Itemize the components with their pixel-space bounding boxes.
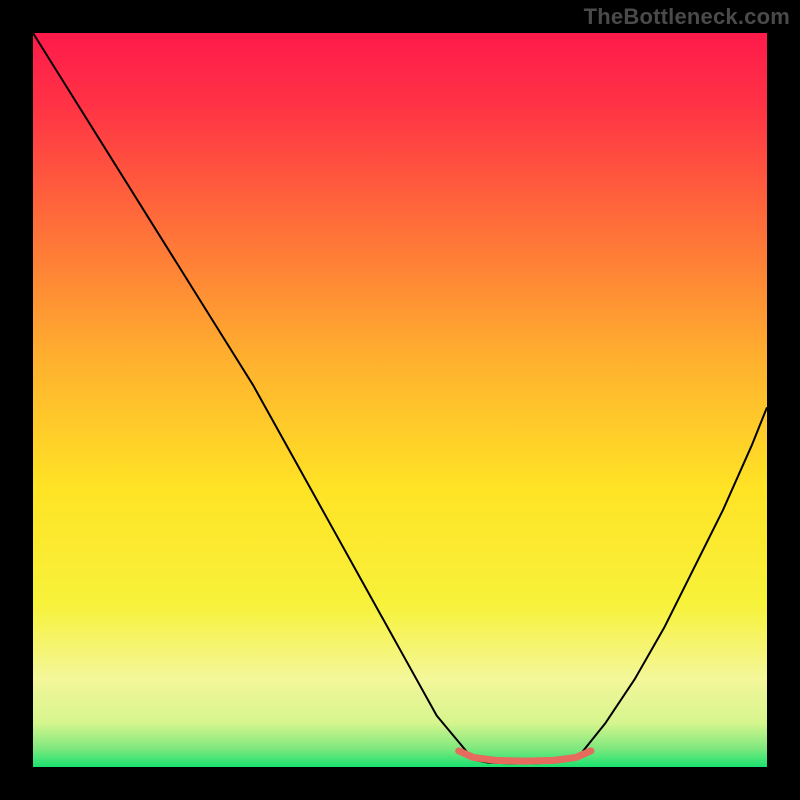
series-bottleneck-curve-right bbox=[576, 407, 767, 759]
series-optimal-marker bbox=[459, 751, 591, 761]
series-bottleneck-curve-left bbox=[33, 33, 473, 760]
watermark-text: TheBottleneck.com bbox=[584, 4, 790, 30]
chart-frame: TheBottleneck.com bbox=[0, 0, 800, 800]
curve-layer bbox=[33, 33, 767, 767]
plot-area bbox=[33, 33, 767, 767]
